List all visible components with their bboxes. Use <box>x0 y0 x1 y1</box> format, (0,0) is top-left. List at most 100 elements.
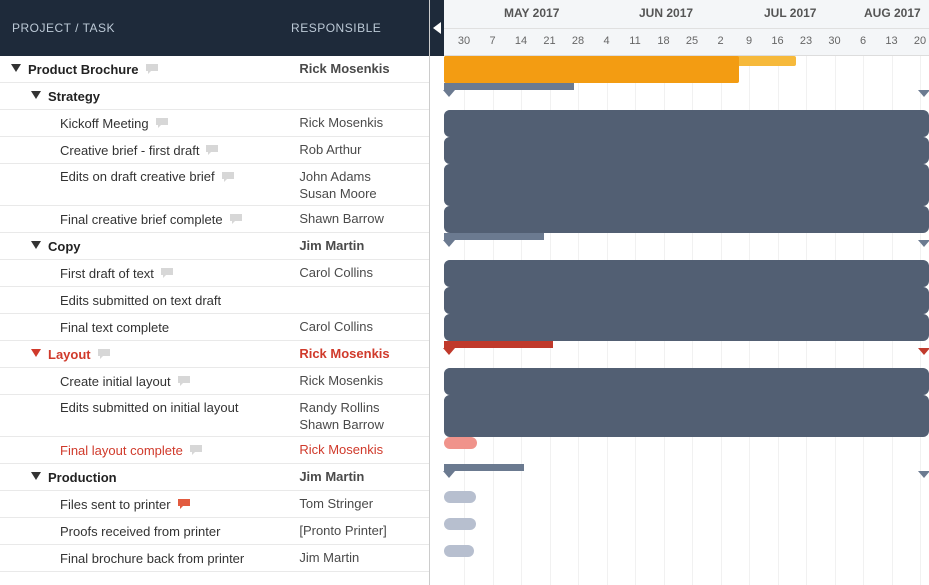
comment-icon[interactable] <box>205 144 219 156</box>
task-bar[interactable] <box>444 368 477 380</box>
comment-icon[interactable] <box>189 444 203 456</box>
task-cell[interactable]: Strategy <box>0 89 299 104</box>
task-row[interactable]: Final creative brief completeShawn Barro… <box>0 206 429 233</box>
gantt-rows[interactable] <box>444 56 929 585</box>
task-bar[interactable] <box>444 395 477 407</box>
task-name: Strategy <box>48 89 100 104</box>
comment-icon[interactable] <box>145 63 159 75</box>
expand-toggle[interactable] <box>10 63 22 75</box>
task-bar[interactable] <box>444 518 476 530</box>
task-cell[interactable]: Final text complete <box>0 320 299 335</box>
task-bar[interactable] <box>444 260 479 272</box>
responsible-cell[interactable]: Jim Martin <box>299 469 429 486</box>
comment-icon[interactable] <box>155 117 169 129</box>
task-bar[interactable] <box>444 206 474 218</box>
day-label: 13 <box>878 35 906 47</box>
task-bar[interactable] <box>444 314 474 326</box>
expand-toggle[interactable] <box>30 348 42 360</box>
task-row[interactable]: Edits submitted on initial layoutRandy R… <box>0 395 429 437</box>
comment-icon[interactable] <box>177 498 191 510</box>
task-bar[interactable] <box>444 110 462 122</box>
task-cell[interactable]: Final brochure back from printer <box>0 551 299 566</box>
comment-icon[interactable] <box>160 267 174 279</box>
comment-icon[interactable] <box>177 375 191 387</box>
task-list-panel: PROJECT / TASK RESPONSIBLE Product Broch… <box>0 0 430 585</box>
task-cell[interactable]: Creative brief - first draft <box>0 143 299 158</box>
task-row[interactable]: Edits submitted on text draft <box>0 287 429 314</box>
task-row[interactable]: First draft of textCarol Collins <box>0 260 429 287</box>
responsible-cell[interactable]: Rick Mosenkis <box>299 346 429 363</box>
task-row[interactable]: Strategy <box>0 83 429 110</box>
task-bar[interactable] <box>444 545 474 557</box>
responsible-cell[interactable]: John AdamsSusan Moore <box>299 169 429 203</box>
comment-icon[interactable] <box>229 213 243 225</box>
gantt-row <box>444 287 929 314</box>
column-header-task[interactable]: PROJECT / TASK <box>12 21 291 35</box>
responsible-cell[interactable]: [Pronto Printer] <box>299 523 429 540</box>
task-row[interactable]: Final layout completeRick Mosenkis <box>0 437 429 464</box>
collapse-sidebar-button[interactable] <box>430 0 444 56</box>
task-row[interactable]: ProductionJim Martin <box>0 464 429 491</box>
task-cell[interactable]: Edits submitted on text draft <box>0 293 299 308</box>
task-cell[interactable]: Kickoff Meeting <box>0 116 299 131</box>
summary-bar[interactable] <box>444 83 574 90</box>
responsible-cell[interactable]: Rick Mosenkis <box>299 115 429 132</box>
task-bar[interactable] <box>444 491 476 503</box>
task-row[interactable]: Product BrochureRick Mosenkis <box>0 56 429 83</box>
task-cell[interactable]: First draft of text <box>0 266 299 281</box>
task-bar[interactable] <box>444 287 474 299</box>
day-label: 11 <box>621 35 649 47</box>
responsible-cell[interactable]: Rob Arthur <box>299 142 429 159</box>
gantt-row <box>444 206 929 233</box>
gantt-row <box>444 110 929 137</box>
summary-bar[interactable] <box>444 341 553 348</box>
responsible-cell[interactable]: Rick Mosenkis <box>299 442 429 459</box>
task-cell[interactable]: Final layout complete <box>0 443 299 458</box>
task-cell[interactable]: Edits submitted on initial layout <box>0 400 299 415</box>
task-cell[interactable]: Files sent to printer <box>0 497 299 512</box>
task-cell[interactable]: Copy <box>0 239 299 254</box>
task-row[interactable]: Create initial layoutRick Mosenkis <box>0 368 429 395</box>
gantt-row <box>444 314 929 341</box>
responsible-cell[interactable]: Carol Collins <box>299 265 429 282</box>
task-row[interactable]: Files sent to printerTom Stringer <box>0 491 429 518</box>
task-row[interactable]: Final brochure back from printerJim Mart… <box>0 545 429 572</box>
task-bar[interactable] <box>444 164 474 176</box>
task-row[interactable]: Proofs received from printer[Pronto Prin… <box>0 518 429 545</box>
task-bar[interactable] <box>444 137 479 149</box>
responsible-cell[interactable]: Rick Mosenkis <box>299 373 429 390</box>
task-row[interactable]: Kickoff MeetingRick Mosenkis <box>0 110 429 137</box>
responsible-cell[interactable]: Jim Martin <box>299 238 429 255</box>
task-cell[interactable]: Product Brochure <box>0 62 299 77</box>
task-cell[interactable]: Proofs received from printer <box>0 524 299 539</box>
responsible-cell[interactable]: Tom Stringer <box>299 496 429 513</box>
task-cell[interactable]: Edits on draft creative brief <box>0 169 299 184</box>
summary-bar[interactable] <box>444 464 524 471</box>
task-cell[interactable]: Create initial layout <box>0 374 299 389</box>
responsible-cell[interactable]: Rick Mosenkis <box>299 61 429 78</box>
project-bar[interactable] <box>444 56 796 66</box>
task-row[interactable]: CopyJim Martin <box>0 233 429 260</box>
expand-toggle[interactable] <box>30 90 42 102</box>
comment-icon[interactable] <box>221 171 235 183</box>
responsible-cell[interactable]: Shawn Barrow <box>299 211 429 228</box>
comment-icon[interactable] <box>97 348 111 360</box>
responsible-cell[interactable]: Carol Collins <box>299 319 429 336</box>
task-row[interactable]: Edits on draft creative briefJohn AdamsS… <box>0 164 429 206</box>
task-cell[interactable]: Layout <box>0 347 299 362</box>
task-row[interactable]: LayoutRick Mosenkis <box>0 341 429 368</box>
expand-toggle[interactable] <box>30 240 42 252</box>
responsible-cell[interactable]: Randy RollinsShawn Barrow <box>299 400 429 434</box>
task-cell[interactable]: Final creative brief complete <box>0 212 299 227</box>
expand-toggle[interactable] <box>30 471 42 483</box>
task-name: Creative brief - first draft <box>60 143 199 158</box>
responsible-cell[interactable]: Jim Martin <box>299 550 429 567</box>
day-label: 16 <box>764 35 792 47</box>
column-header-responsible[interactable]: RESPONSIBLE <box>291 21 417 35</box>
task-cell[interactable]: Production <box>0 470 299 485</box>
responsible-name: Rob Arthur <box>299 142 429 159</box>
task-row[interactable]: Final text completeCarol Collins <box>0 314 429 341</box>
summary-bar[interactable] <box>444 233 544 240</box>
task-bar[interactable] <box>444 437 477 449</box>
task-row[interactable]: Creative brief - first draft Rob Arthur <box>0 137 429 164</box>
